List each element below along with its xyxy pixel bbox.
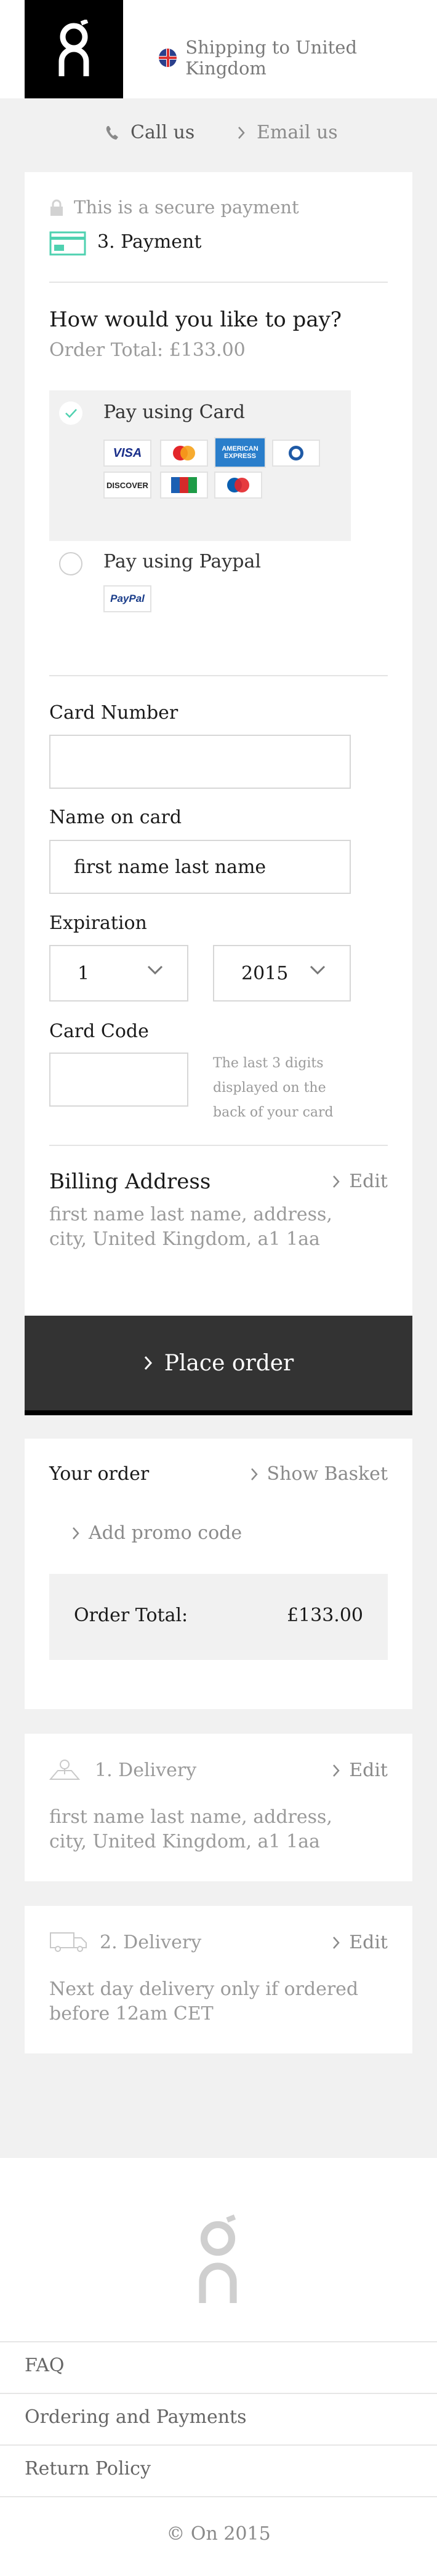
card-number-label: Card Number bbox=[49, 702, 178, 724]
discover-logo: DISCOVER bbox=[103, 472, 151, 499]
chevron-right-icon bbox=[333, 1175, 340, 1188]
payment-panel: This is a secure payment 3. Payment How … bbox=[25, 172, 412, 1316]
on-logo-icon bbox=[58, 20, 89, 76]
add-promo-code-label: Add promo code bbox=[89, 1522, 243, 1544]
place-order-label: Place order bbox=[164, 1350, 294, 1376]
delivery-address-edit-link[interactable]: Edit bbox=[332, 1760, 388, 1781]
chevron-right-icon bbox=[73, 1527, 79, 1539]
card-option-label: Pay using Card bbox=[103, 401, 245, 423]
truck-icon bbox=[50, 1932, 87, 1952]
order-total-box: Order Total: £133.00 bbox=[49, 1574, 388, 1660]
paypal-option-radio[interactable] bbox=[59, 552, 82, 575]
pay-by-paypal-option[interactable]: Pay using Paypal PayPal bbox=[49, 541, 351, 627]
name-on-card-input[interactable]: first name last name bbox=[49, 840, 351, 894]
diners-logo bbox=[272, 440, 320, 467]
billing-address-text: first name last name, address, city, Uni… bbox=[49, 1204, 332, 1250]
order-total-label: Order Total: bbox=[74, 1605, 188, 1626]
order-total-value: £133.00 bbox=[286, 1605, 363, 1626]
chevron-down-icon bbox=[147, 965, 163, 975]
delivery-method-text: Next day delivery only if ordered before… bbox=[49, 1978, 359, 2025]
card-code-input[interactable] bbox=[49, 1053, 188, 1107]
call-us-link[interactable]: Call us bbox=[105, 122, 194, 143]
shipping-country-selector[interactable]: Shipping to United Kingdom bbox=[159, 37, 437, 79]
footer-divider bbox=[0, 2496, 437, 2497]
divider bbox=[49, 282, 388, 283]
your-order-title: Your order bbox=[49, 1463, 150, 1485]
billing-edit-link[interactable]: Edit bbox=[332, 1171, 388, 1192]
expiration-label: Expiration bbox=[49, 912, 147, 934]
delivery-method-edit-label: Edit bbox=[349, 1932, 388, 1953]
footer-divider bbox=[0, 2393, 437, 2394]
maestro-logo bbox=[214, 472, 262, 499]
delivery-address-title: 1. Delivery bbox=[95, 1760, 197, 1781]
name-on-card-label: Name on card bbox=[49, 807, 182, 828]
delivery-address-panel: 1. Delivery Edit first name last name, a… bbox=[25, 1734, 412, 1881]
expiration-year-value: 2015 bbox=[241, 962, 289, 984]
delivery-address-edit-label: Edit bbox=[349, 1760, 388, 1781]
uk-flag-icon bbox=[159, 49, 177, 67]
location-pin-icon bbox=[49, 1760, 80, 1780]
card-number-input[interactable] bbox=[49, 735, 351, 789]
place-order-button[interactable]: Place order bbox=[25, 1316, 412, 1415]
visa-logo: VISA bbox=[103, 440, 151, 467]
mastercard-logo bbox=[160, 440, 208, 467]
card-option-radio-selected[interactable] bbox=[59, 401, 82, 425]
chevron-down-icon bbox=[310, 965, 326, 975]
pay-by-card-option[interactable]: Pay using Card VISA AMERICAN EXPRESS DIS… bbox=[49, 390, 351, 541]
delivery-method-edit-link[interactable]: Edit bbox=[332, 1932, 388, 1953]
expiration-month-select[interactable]: 1 bbox=[49, 945, 188, 1002]
billing-edit-label: Edit bbox=[349, 1171, 388, 1192]
paypal-option-label: Pay using Paypal bbox=[103, 551, 261, 572]
delivery-method-title: 2. Delivery bbox=[100, 1932, 202, 1953]
show-basket-link[interactable]: Show Basket bbox=[250, 1463, 388, 1485]
add-promo-code-link[interactable]: Add promo code bbox=[71, 1522, 242, 1544]
chevron-right-icon bbox=[144, 1356, 152, 1370]
order-total-line: Order Total: £133.00 bbox=[49, 339, 246, 361]
call-us-label: Call us bbox=[130, 122, 195, 143]
copyright: © On 2015 bbox=[166, 2523, 271, 2545]
on-logo[interactable] bbox=[25, 0, 123, 98]
expiration-month-value: 1 bbox=[78, 962, 90, 984]
footer-link-ordering-payments[interactable]: Ordering and Payments bbox=[25, 2406, 246, 2428]
chevron-right-icon bbox=[333, 1936, 340, 1949]
chevron-right-icon bbox=[333, 1764, 340, 1777]
divider bbox=[49, 675, 388, 676]
email-us-label: Email us bbox=[257, 122, 338, 143]
footer-link-faq[interactable]: FAQ bbox=[25, 2355, 64, 2376]
footer-divider bbox=[0, 2341, 437, 2342]
expiration-year-select[interactable]: 2015 bbox=[213, 945, 351, 1002]
phone-icon bbox=[106, 125, 118, 140]
order-summary-panel: Your order Show Basket Add promo code Or… bbox=[25, 1439, 412, 1709]
card-code-label: Card Code bbox=[49, 1021, 149, 1042]
billing-address-title: Billing Address bbox=[49, 1169, 211, 1194]
checkmark-icon bbox=[65, 409, 77, 418]
top-bar: Shipping to United Kingdom bbox=[0, 0, 437, 98]
divider bbox=[49, 1145, 388, 1146]
shipping-text: Shipping to United Kingdom bbox=[185, 37, 358, 79]
footer-divider bbox=[0, 2444, 437, 2446]
payment-card-icon bbox=[49, 231, 86, 256]
show-basket-label: Show Basket bbox=[267, 1463, 388, 1485]
jcb-logo bbox=[160, 472, 208, 499]
payment-question: How would you like to pay? bbox=[49, 307, 342, 332]
delivery-method-panel: 2. Delivery Edit Next day delivery only … bbox=[25, 1906, 412, 2053]
footer-link-return-policy[interactable]: Return Policy bbox=[25, 2458, 151, 2479]
on-footer-logo-icon bbox=[199, 2214, 237, 2303]
lock-icon bbox=[50, 199, 63, 216]
footer: FAQ Ordering and Payments Return Policy … bbox=[0, 2158, 437, 2576]
email-us-link[interactable]: Email us bbox=[237, 122, 338, 143]
secure-payment-text: This is a secure payment bbox=[74, 197, 299, 218]
chevron-right-icon bbox=[251, 1468, 258, 1480]
delivery-address-text: first name last name, address, city, Uni… bbox=[49, 1806, 332, 1852]
contact-bar: Call us Email us bbox=[0, 98, 437, 172]
payment-step-title: 3. Payment bbox=[97, 231, 202, 253]
amex-logo: AMERICAN EXPRESS bbox=[214, 437, 266, 468]
card-code-hint: The last 3 digits displayed on the back … bbox=[213, 1056, 334, 1120]
paypal-logo: PayPal bbox=[103, 585, 151, 612]
chevron-right-icon bbox=[238, 126, 245, 139]
